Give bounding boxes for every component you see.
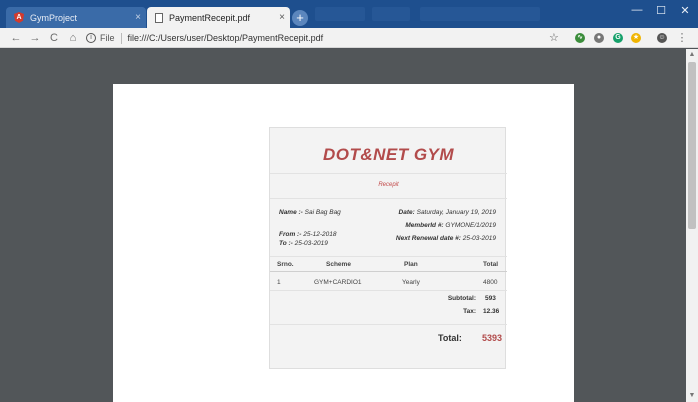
table-header-plan: Plan: [404, 261, 418, 268]
to-date: To :- 25-03-2019: [279, 240, 328, 247]
address-divider: [120, 32, 122, 44]
address-bar[interactable]: i File file:///C:/Users/user/Desktop/Pay…: [86, 30, 566, 46]
back-button[interactable]: ←: [8, 30, 24, 46]
total-value: 5393: [482, 333, 503, 343]
divider: [270, 256, 507, 257]
minimize-button[interactable]: —: [627, 4, 647, 16]
scroll-thumb[interactable]: [688, 62, 696, 229]
divider: [270, 173, 507, 174]
tab-label: PaymentRecepit.pdf: [169, 12, 251, 23]
scroll-down-icon[interactable]: ▼: [688, 392, 696, 399]
profile-icon[interactable]: ☺: [657, 33, 667, 43]
renewal-value: 25-03-2019: [462, 235, 496, 242]
member-value: GYMONE/1/2019: [445, 222, 496, 229]
date-label: Date:: [398, 209, 415, 216]
renewal-label: Next Renewal date #:: [395, 235, 461, 242]
renewal-date: Next Renewal date #: 25-03-2019: [396, 235, 496, 242]
table-cell-total: 4800: [483, 279, 498, 286]
table-cell-srno: 1: [277, 279, 281, 286]
table-cell-scheme: GYM+CARDIO1: [314, 279, 362, 286]
table-cell-plan: Yearly: [402, 279, 420, 286]
angular-icon: A: [14, 12, 24, 23]
table-header-srno: Srno.: [277, 261, 294, 268]
info-icon[interactable]: i: [86, 33, 96, 43]
maximize-button[interactable]: ☐: [651, 4, 671, 17]
customer-name: Name :- Sai Bag Bag: [279, 209, 341, 216]
browser-toolbar: ← → C ⌂ i File file:///C:/Users/user/Des…: [0, 28, 698, 48]
total-label: Total:: [438, 333, 462, 343]
member-label: MemberId #:: [405, 222, 444, 229]
titlebar-ghost-text: [420, 7, 540, 21]
divider: [270, 290, 507, 291]
divider: [270, 324, 507, 325]
tax-label: Tax:: [463, 308, 476, 315]
titlebar-ghost-text: [315, 7, 365, 21]
ext-grammarly-icon[interactable]: G: [613, 33, 623, 43]
tab-label: GymProject: [30, 12, 78, 23]
ext-green-icon[interactable]: ∿: [575, 33, 585, 43]
address-url[interactable]: file:///C:/Users/user/Desktop/PaymentRec…: [128, 33, 324, 43]
divider: [270, 198, 507, 199]
page-icon: [155, 12, 163, 23]
receipt-card: DOT&NET GYM Recepit Name :- Sai Bag Bag …: [269, 127, 507, 369]
to-label: To :-: [279, 240, 293, 247]
menu-icon[interactable]: ⋮: [674, 30, 690, 46]
subtotal-value: 593: [485, 295, 496, 302]
divider: [270, 271, 507, 272]
receipt-label: Recepit: [378, 182, 399, 188]
close-icon[interactable]: ×: [130, 12, 146, 23]
from-value: 25-12-2018: [303, 231, 337, 238]
member-id: MemberId #: GYMONE/1/2019: [405, 222, 496, 229]
tab-paymentrecepit[interactable]: PaymentRecepit.pdf ×: [147, 7, 290, 28]
gym-title: DOT&NET GYM: [322, 145, 455, 164]
date-value: Saturday, January 19, 2019: [416, 209, 496, 216]
name-value: Sai Bag Bag: [304, 209, 341, 216]
ext-gray-icon[interactable]: ●: [594, 33, 604, 43]
home-button[interactable]: ⌂: [65, 30, 81, 46]
table-header-scheme: Scheme: [326, 261, 351, 268]
tab-gymproject[interactable]: A GymProject ×: [6, 7, 146, 28]
scroll-up-icon[interactable]: ▲: [688, 51, 696, 58]
ext-star-icon[interactable]: ★: [631, 33, 641, 43]
titlebar-ghost-text: [372, 7, 410, 21]
from-date: From :- 25-12-2018: [279, 231, 336, 238]
browser-titlebar: A GymProject × PaymentRecepit.pdf × + — …: [0, 0, 698, 28]
forward-button[interactable]: →: [27, 30, 43, 46]
close-icon[interactable]: ×: [274, 12, 290, 23]
subtotal-label: Subtotal:: [447, 295, 476, 302]
table-header-total: Total: [483, 261, 499, 268]
window-close-button[interactable]: ✕: [675, 4, 695, 17]
bookmark-star-icon[interactable]: ☆: [549, 31, 559, 44]
tax-value: 12.36: [483, 308, 500, 315]
new-tab-button[interactable]: +: [292, 10, 308, 26]
to-value: 25-03-2019: [294, 240, 328, 247]
address-scheme: File: [100, 33, 115, 43]
receipt-date: Date: Saturday, January 19, 2019: [399, 209, 496, 216]
from-label: From :-: [279, 231, 302, 238]
name-label: Name :-: [279, 209, 303, 216]
reload-button[interactable]: C: [46, 30, 62, 46]
